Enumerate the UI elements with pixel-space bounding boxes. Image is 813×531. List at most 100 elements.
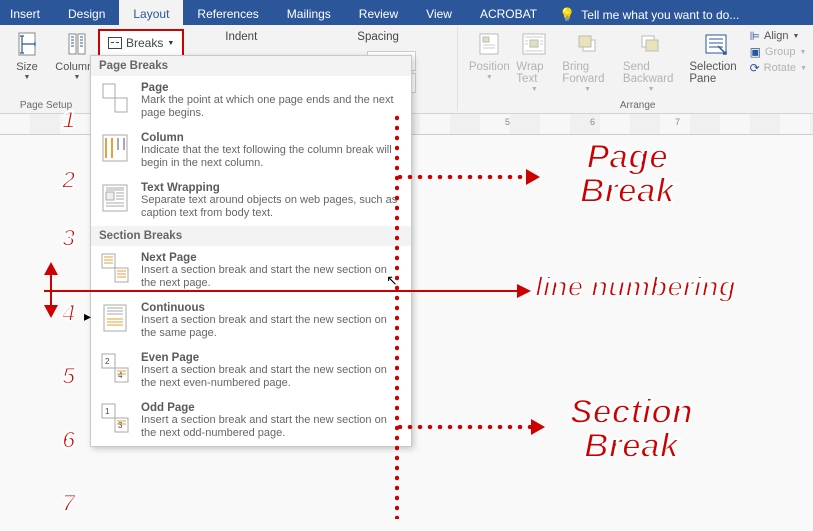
position-button[interactable]: Position ▼ bbox=[468, 27, 510, 83]
rotate-button[interactable]: ⟳ Rotate ▼ bbox=[750, 61, 807, 75]
odd-page-icon: 13 bbox=[99, 402, 131, 434]
group-label: Group bbox=[765, 46, 796, 58]
menu-text: Page Mark the point at which one page en… bbox=[141, 82, 403, 120]
next-page-icon bbox=[99, 252, 131, 284]
svg-text:3: 3 bbox=[118, 421, 123, 430]
item-title: Continuous bbox=[141, 302, 403, 314]
position-icon bbox=[474, 29, 504, 59]
tab-review[interactable]: Review bbox=[345, 0, 412, 25]
bring-forward-button[interactable]: Bring Forward ▼ bbox=[558, 27, 617, 95]
ruler-tick-5: 5 bbox=[505, 117, 510, 127]
tab-references[interactable]: References bbox=[183, 0, 272, 25]
lightbulb-icon: 💡 bbox=[559, 5, 575, 25]
selection-pane-label: Selection Pane bbox=[689, 61, 743, 85]
wrap-text-label: Wrap Text bbox=[516, 61, 552, 85]
item-desc: Mark the point at which one page ends an… bbox=[141, 94, 403, 120]
menu-text: Even Page Insert a section break and sta… bbox=[141, 352, 403, 390]
chevron-down-icon: ▼ bbox=[531, 86, 538, 93]
breaks-button[interactable]: Breaks ▼ bbox=[98, 29, 184, 57]
group-icon: ▣ bbox=[750, 45, 761, 59]
item-title: Column bbox=[141, 132, 403, 144]
chevron-down-icon: ▼ bbox=[793, 33, 800, 40]
menu-text: Next Page Insert a section break and sta… bbox=[141, 252, 403, 290]
size-icon bbox=[12, 29, 42, 59]
anno-line-numbering: line numbering bbox=[535, 270, 736, 304]
menu-item-column[interactable]: Column Indicate that the text following … bbox=[91, 126, 411, 176]
rotate-icon: ⟳ bbox=[750, 61, 760, 75]
right-caret-icon: ▸ bbox=[84, 308, 91, 325]
menu-text: Continuous Insert a section break and st… bbox=[141, 302, 403, 340]
menu-item-page[interactable]: Page Mark the point at which one page en… bbox=[91, 76, 411, 126]
badge-7: 7 bbox=[62, 490, 75, 518]
columns-icon bbox=[62, 29, 92, 59]
item-title: Even Page bbox=[141, 352, 403, 364]
size-label: Size bbox=[16, 61, 37, 73]
badge-4: 4 bbox=[62, 300, 75, 328]
group-button[interactable]: ▣ Group ▼ bbox=[750, 45, 807, 59]
tab-design[interactable]: Design bbox=[54, 0, 119, 25]
arrow-vertical-span bbox=[50, 264, 52, 316]
arrow-page-break bbox=[395, 175, 540, 179]
text-wrapping-icon bbox=[99, 182, 131, 214]
tab-acrobat[interactable]: ACROBAT bbox=[466, 0, 551, 25]
menu-item-text-wrapping[interactable]: Text Wrapping Separate text around objec… bbox=[91, 176, 411, 226]
chevron-down-icon: ▼ bbox=[584, 86, 591, 93]
group-page-setup: Size ▼ Columns ▼ Page Setup bbox=[0, 25, 92, 113]
chevron-down-icon: ▼ bbox=[648, 86, 655, 93]
tell-me-text: Tell me what you want to do... bbox=[581, 5, 739, 25]
ruler-tick-7: 7 bbox=[675, 117, 680, 127]
dotted-vertical bbox=[395, 113, 396, 519]
arrange-label: Arrange bbox=[468, 98, 807, 111]
tab-layout[interactable]: Layout bbox=[119, 0, 183, 25]
tab-view[interactable]: View bbox=[412, 0, 466, 25]
item-desc: Indicate that the text following the col… bbox=[141, 144, 403, 170]
chevron-down-icon: ▼ bbox=[24, 74, 31, 81]
arrow-section-break bbox=[395, 425, 545, 429]
chevron-down-icon: ▼ bbox=[167, 40, 174, 47]
align-button[interactable]: ⊫Align ▼ bbox=[750, 29, 807, 43]
wrap-text-button[interactable]: Wrap Text ▼ bbox=[512, 27, 556, 95]
size-button[interactable]: Size ▼ bbox=[6, 27, 48, 83]
anno-page-break: PageBreak bbox=[580, 140, 675, 208]
menu-text: Column Indicate that the text following … bbox=[141, 132, 403, 170]
breaks-icon bbox=[108, 37, 122, 49]
ruler-tick-6: 6 bbox=[590, 117, 595, 127]
badge-5: 5 bbox=[62, 363, 75, 391]
tab-insert[interactable]: Insert bbox=[0, 0, 54, 25]
selection-pane-icon bbox=[701, 29, 731, 59]
menu-item-even-page[interactable]: 24 Even Page Insert a section break and … bbox=[91, 346, 411, 396]
bring-forward-icon bbox=[573, 29, 603, 59]
item-desc: Insert a section break and start the new… bbox=[141, 314, 403, 340]
breaks-label: Breaks bbox=[126, 36, 163, 50]
send-backward-icon bbox=[636, 29, 666, 59]
page-icon bbox=[99, 82, 131, 114]
tell-me[interactable]: 💡 Tell me what you want to do... bbox=[551, 0, 813, 25]
send-backward-button[interactable]: Send Backward ▼ bbox=[619, 27, 683, 95]
badge-1: 1 bbox=[62, 107, 75, 135]
arrange-mini: ⊫Align ▼ ▣ Group ▼ ⟳ Rotate ▼ bbox=[750, 27, 807, 75]
item-title: Next Page bbox=[141, 252, 403, 264]
badge-3: 3 bbox=[62, 225, 75, 253]
rotate-label: Rotate bbox=[764, 62, 796, 74]
svg-text:1: 1 bbox=[105, 407, 110, 416]
send-backward-label: Send Backward bbox=[623, 61, 679, 85]
tab-mailings[interactable]: Mailings bbox=[273, 0, 345, 25]
item-desc: Separate text around objects on web page… bbox=[141, 194, 403, 220]
mouse-pointer-icon: ↖ bbox=[386, 272, 398, 289]
position-label: Position bbox=[469, 61, 510, 73]
selection-pane-button[interactable]: Selection Pane bbox=[685, 27, 747, 87]
item-desc: Insert a section break and start the new… bbox=[141, 264, 403, 290]
chevron-down-icon: ▼ bbox=[800, 65, 807, 72]
spacing-label: Spacing bbox=[357, 31, 447, 43]
menu-text: Text Wrapping Separate text around objec… bbox=[141, 182, 403, 220]
chevron-down-icon: ▼ bbox=[800, 49, 807, 56]
bring-forward-label: Bring Forward bbox=[562, 61, 613, 85]
menu-item-next-page[interactable]: Next Page Insert a section break and sta… bbox=[91, 246, 411, 296]
align-icon: ⊫ bbox=[750, 29, 760, 43]
group-arrange: Position ▼ Wrap Text ▼ Bring Forward ▼ bbox=[462, 25, 813, 113]
item-title: Odd Page bbox=[141, 402, 403, 414]
badge-6: 6 bbox=[62, 427, 75, 455]
menu-item-odd-page[interactable]: 13 Odd Page Insert a section break and s… bbox=[91, 396, 411, 446]
item-desc: Insert a section break and start the new… bbox=[141, 414, 403, 440]
menu-item-continuous[interactable]: Continuous Insert a section break and st… bbox=[91, 296, 411, 346]
